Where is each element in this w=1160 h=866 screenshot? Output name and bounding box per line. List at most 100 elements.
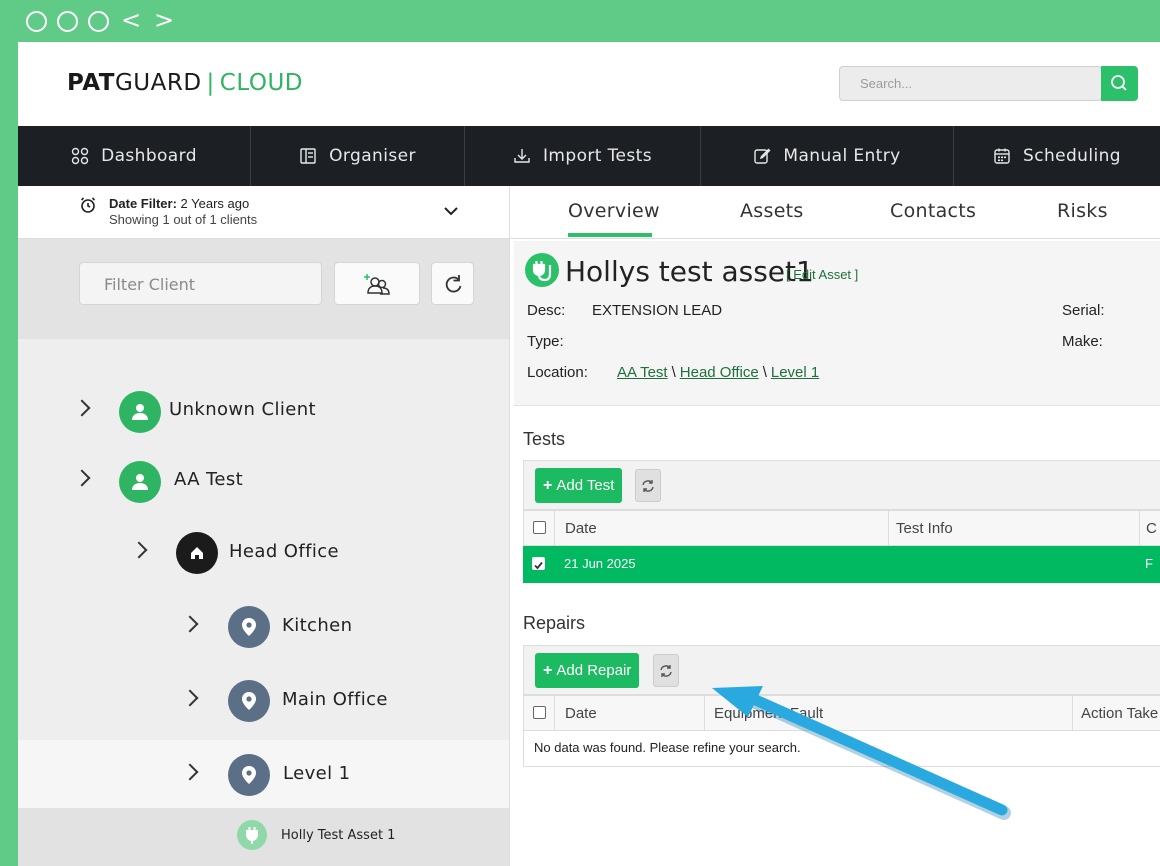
- nav-organiser[interactable]: Organiser: [251, 126, 465, 186]
- window-maximize-control[interactable]: [88, 11, 109, 32]
- active-tab-indicator: [568, 233, 652, 237]
- date-filter[interactable]: Date Filter: 2 Years ago Showing 1 out o…: [18, 186, 509, 239]
- nav-dashboard[interactable]: Dashboard: [18, 126, 251, 186]
- column-divider: [554, 696, 555, 730]
- refresh-icon: [642, 479, 654, 492]
- tree-node-label: Holly Test Asset 1: [281, 828, 396, 843]
- location-pin-icon: [228, 754, 270, 796]
- tree-node-location-selected[interactable]: Level 1: [18, 740, 509, 808]
- refresh-icon: [445, 275, 462, 293]
- client-avatar-icon: [119, 391, 161, 433]
- tree-node-client[interactable]: Unknown Client: [18, 376, 509, 448]
- plus-icon: +: [543, 661, 553, 679]
- nav-import-tests[interactable]: Import Tests: [465, 126, 701, 186]
- column-header-c[interactable]: C: [1146, 520, 1157, 537]
- search-input[interactable]: Search...: [839, 66, 1102, 101]
- main-navbar: Dashboard Organiser Import Tests Manual …: [18, 126, 1160, 186]
- location-link-site[interactable]: Head Office: [680, 364, 759, 381]
- repairs-table-header: Date Equipment Fault Action Take: [523, 695, 1160, 731]
- plus-icon: +: [543, 476, 553, 494]
- column-divider: [888, 511, 889, 545]
- asset-detail-panel: Overview Assets Contacts Risks Hollys te…: [510, 186, 1160, 866]
- tab-contacts[interactable]: Contacts: [890, 200, 976, 222]
- make-label: Make:: [1062, 333, 1103, 350]
- back-arrow-icon[interactable]: <: [121, 7, 141, 33]
- location-pin-icon: [228, 606, 270, 648]
- tree-node-label: AA Test: [174, 469, 244, 490]
- row-checkbox[interactable]: [532, 557, 545, 570]
- nav-manual-entry[interactable]: Manual Entry: [701, 126, 954, 186]
- nav-scheduling-label: Scheduling: [1023, 146, 1121, 166]
- add-test-button[interactable]: + Add Test: [535, 468, 623, 503]
- empty-message: No data was found. Please refine your se…: [534, 740, 801, 755]
- column-divider: [1072, 696, 1073, 730]
- grid-icon: [71, 147, 89, 165]
- location-link-level[interactable]: Level 1: [771, 364, 819, 381]
- column-divider: [1139, 511, 1140, 545]
- edit-asset-link[interactable]: [ Edit Asset ]: [786, 267, 858, 282]
- refresh-repairs-button[interactable]: [653, 654, 679, 687]
- tab-risks[interactable]: Risks: [1057, 200, 1108, 222]
- column-header-date[interactable]: Date: [565, 705, 597, 722]
- tree-node-location[interactable]: Kitchen: [18, 592, 509, 664]
- tree-node-label: Level 1: [283, 763, 351, 784]
- nav-scheduling[interactable]: Scheduling: [954, 126, 1160, 186]
- desc-label: Desc:: [527, 302, 566, 319]
- tab-assets[interactable]: Assets: [740, 200, 804, 222]
- chevron-right-icon[interactable]: [130, 541, 148, 559]
- tab-overview[interactable]: Overview: [568, 200, 660, 222]
- refresh-tests-button[interactable]: [635, 469, 661, 502]
- nav-dashboard-label: Dashboard: [101, 146, 197, 166]
- tree-node-client[interactable]: AA Test: [18, 446, 509, 518]
- column-header-date[interactable]: Date: [565, 520, 597, 537]
- chevron-right-icon[interactable]: [181, 615, 199, 633]
- column-header-action-taken[interactable]: Action Take: [1081, 705, 1158, 722]
- tree-node-label: Head Office: [229, 541, 340, 562]
- column-header-equipment-fault[interactable]: Equipment Fault: [714, 705, 823, 722]
- location-breadcrumb: AA Test \ Head Office \ Level 1: [617, 364, 819, 381]
- asset-tabs: Overview Assets Contacts Risks: [510, 186, 1160, 239]
- path-separator: \: [762, 364, 767, 381]
- location-link-client[interactable]: AA Test: [617, 364, 668, 381]
- table-row[interactable]: 21 Jun 2025 F: [523, 546, 1160, 583]
- cell-date: 21 Jun 2025: [564, 556, 636, 571]
- patguard-logo[interactable]: PATGUARD | CLOUD: [67, 70, 303, 96]
- column-header-test-info[interactable]: Test Info: [896, 520, 953, 537]
- add-client-button[interactable]: [334, 262, 420, 305]
- refresh-icon: [660, 664, 672, 677]
- client-tree-panel: Date Filter: 2 Years ago Showing 1 out o…: [18, 186, 510, 866]
- location-pin-icon: [228, 680, 270, 722]
- chevron-right-icon[interactable]: [73, 399, 91, 417]
- window-minimize-control[interactable]: [57, 11, 78, 32]
- chevron-down-icon[interactable]: [444, 206, 458, 216]
- filter-client-input[interactable]: Filter Client: [79, 262, 322, 305]
- chevron-right-icon[interactable]: [181, 689, 199, 707]
- chevron-right-icon[interactable]: [181, 763, 199, 781]
- tests-table-header: Date Test Info C: [523, 510, 1160, 546]
- asset-summary: Hollys test asset1 [ Edit Asset ] Desc: …: [514, 241, 1160, 406]
- app-window: PATGUARD | CLOUD Search... Dashboard Organ…: [18, 42, 1160, 866]
- location-label: Location:: [527, 364, 588, 381]
- tree-node-location[interactable]: Main Office: [18, 666, 509, 738]
- tree-node-asset[interactable]: Holly Test Asset 1: [18, 808, 509, 866]
- select-all-checkbox[interactable]: [533, 706, 546, 719]
- date-filter-text: Date Filter: 2 Years ago: [109, 196, 249, 211]
- tests-section-title: Tests: [523, 429, 566, 449]
- add-repair-button[interactable]: + Add Repair: [535, 653, 640, 688]
- clients-count-text: Showing 1 out of 1 clients: [109, 212, 258, 227]
- empty-table-message-row: No data was found. Please refine your se…: [523, 731, 1160, 767]
- download-icon: [514, 149, 530, 163]
- date-filter-label: Date Filter:: [109, 196, 177, 211]
- tree-node-site[interactable]: Head Office: [18, 518, 509, 590]
- tree-node-label: Unknown Client: [169, 399, 316, 420]
- nav-import-tests-label: Import Tests: [543, 146, 652, 166]
- desc-value: EXTENSION LEAD: [592, 302, 723, 319]
- refresh-tree-button[interactable]: [431, 262, 474, 305]
- window-close-control[interactable]: [26, 11, 47, 32]
- select-all-checkbox[interactable]: [533, 521, 546, 534]
- serial-label: Serial:: [1062, 302, 1105, 319]
- search-button[interactable]: [1101, 66, 1138, 101]
- chevron-right-icon[interactable]: [73, 469, 91, 487]
- path-separator: \: [671, 364, 676, 381]
- forward-arrow-icon[interactable]: >: [154, 7, 174, 33]
